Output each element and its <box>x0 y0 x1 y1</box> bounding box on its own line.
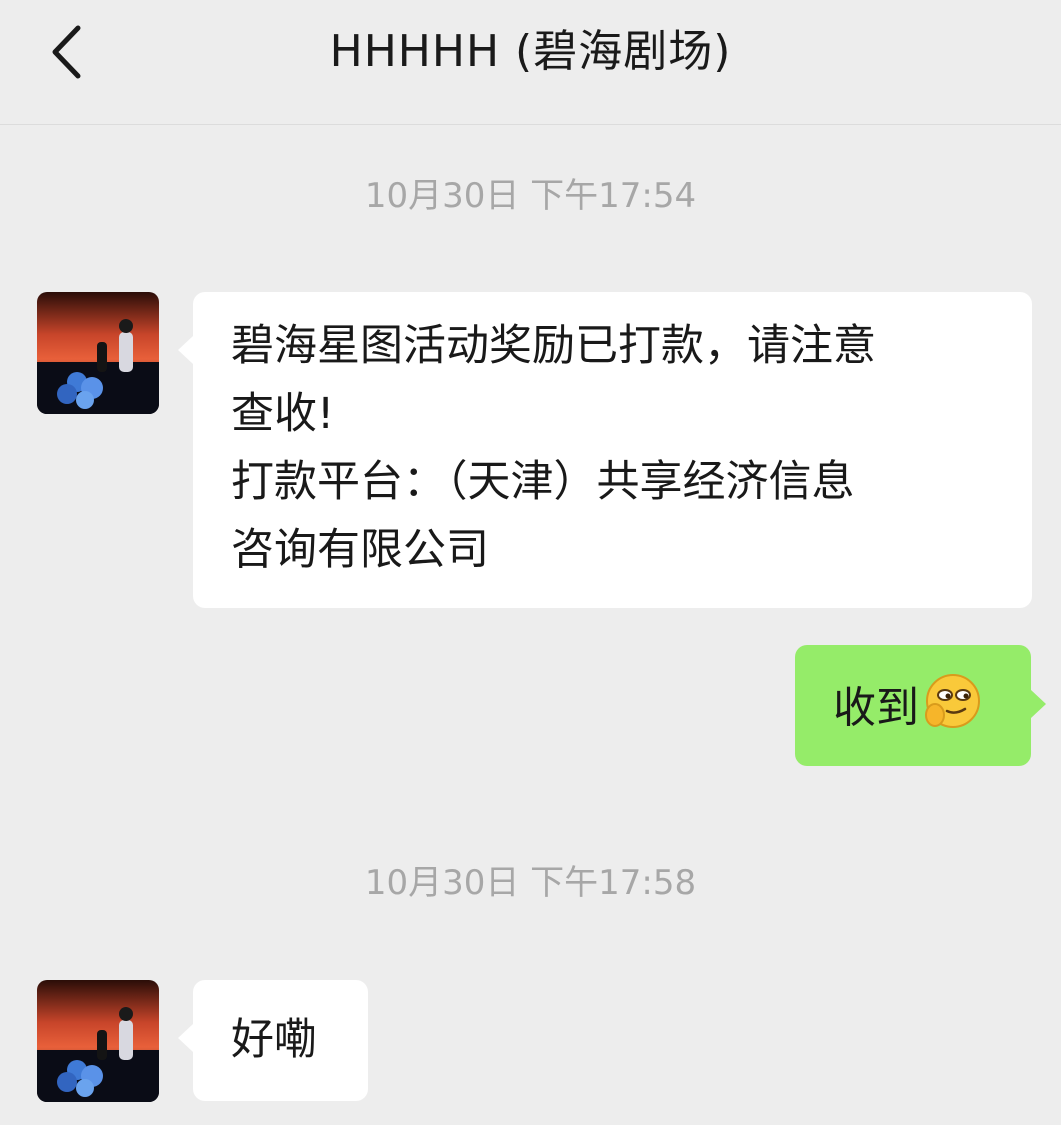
received-message-bubble[interactable]: 好嘞 <box>193 980 368 1101</box>
message-text: 好嘞 <box>231 1015 317 1065</box>
message-text: 收到 <box>833 683 919 734</box>
bubble-tail <box>178 1024 193 1052</box>
sent-message-bubble[interactable]: 收到 <box>795 645 1031 766</box>
bubble-tail <box>1031 690 1046 718</box>
timestamp: 10月30日 下午17:58 <box>364 863 697 903</box>
bubble-tail <box>178 336 193 364</box>
received-message-bubble[interactable]: 碧海星图活动奖励已打款，请注意 查收! 打款平台：（天津）共享经济信息 咨询有限… <box>193 292 1032 608</box>
smirk-face-emoji-icon <box>921 671 981 751</box>
chat-title: HHHHH (碧海剧场) <box>329 26 732 77</box>
contact-avatar[interactable] <box>37 980 159 1102</box>
timestamp: 10月30日 下午17:54 <box>364 176 697 216</box>
contact-avatar[interactable] <box>37 292 159 414</box>
message-text: 碧海星图活动奖励已打款，请注意 查收! 打款平台：（天津）共享经济信息 咨询有限… <box>231 321 876 575</box>
chat-header: HHHHH (碧海剧场) <box>0 0 1061 125</box>
